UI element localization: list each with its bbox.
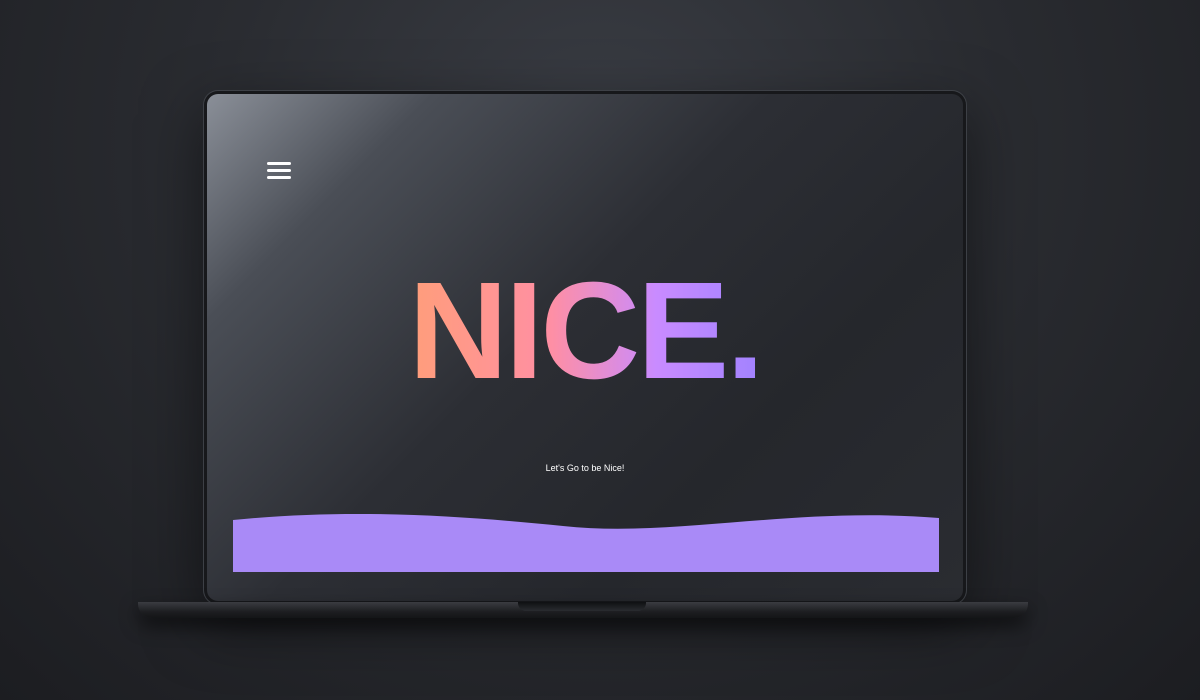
laptop-lid: NICE. Let's Go to be Nice!: [204, 91, 966, 604]
hero-title: NICE.: [207, 262, 963, 400]
hero-tagline: Let's Go to be Nice!: [545, 463, 625, 473]
menu-line: [267, 176, 291, 179]
hamburger-menu-icon[interactable]: [267, 162, 291, 180]
wave-shape: [233, 513, 939, 572]
menu-line: [267, 169, 291, 172]
wave-decoration: [233, 513, 939, 572]
menu-line: [267, 162, 291, 165]
hinge-notch: [518, 602, 646, 611]
laptop-base: [138, 602, 1028, 618]
laptop-screen: NICE. Let's Go to be Nice!: [207, 94, 963, 601]
hero-title-text: NICE.: [408, 254, 764, 408]
